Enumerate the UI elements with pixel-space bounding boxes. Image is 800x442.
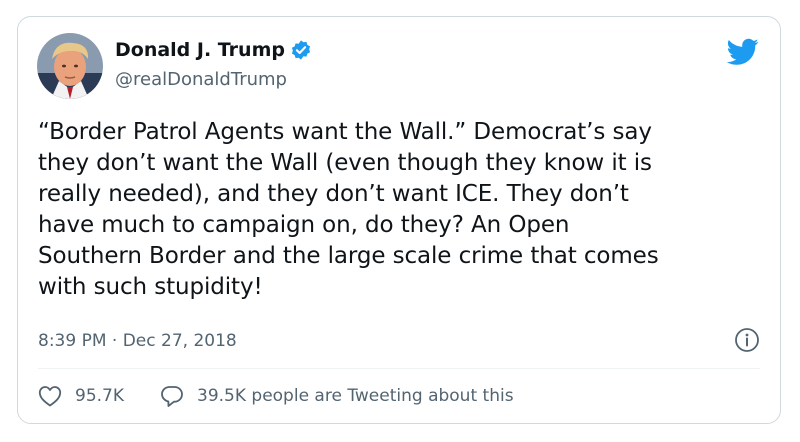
conversation-button[interactable]: 39.5K people are Tweeting about this: [160, 384, 514, 408]
speech-bubble-icon: [160, 384, 184, 408]
author-handle[interactable]: @realDonaldTrump: [115, 69, 287, 90]
author-display-name[interactable]: Donald J. Trump: [115, 39, 285, 61]
tweet-timestamp[interactable]: 8:39 PM · Dec 27, 2018: [38, 331, 237, 351]
avatar[interactable]: [37, 33, 103, 99]
tweet-text: “Border Patrol Agents want the Wall.” De…: [38, 119, 659, 300]
conversation-label: 39.5K people are Tweeting about this: [197, 386, 514, 406]
like-count: 95.7K: [75, 386, 124, 406]
verified-badge-icon: [290, 39, 312, 61]
info-icon[interactable]: [734, 327, 760, 353]
tweet-card[interactable]: Donald J. Trump @realDonaldTrump “Border…: [17, 16, 781, 424]
twitter-bird-icon[interactable]: [726, 38, 759, 66]
heart-icon: [38, 385, 62, 407]
like-button[interactable]: 95.7K: [38, 385, 124, 407]
tweet-actions: 95.7K 39.5K people are Tweeting about th…: [38, 381, 514, 411]
divider: [38, 368, 760, 369]
profile-photo: [37, 33, 103, 99]
author-name-row: Donald J. Trump: [115, 37, 312, 63]
